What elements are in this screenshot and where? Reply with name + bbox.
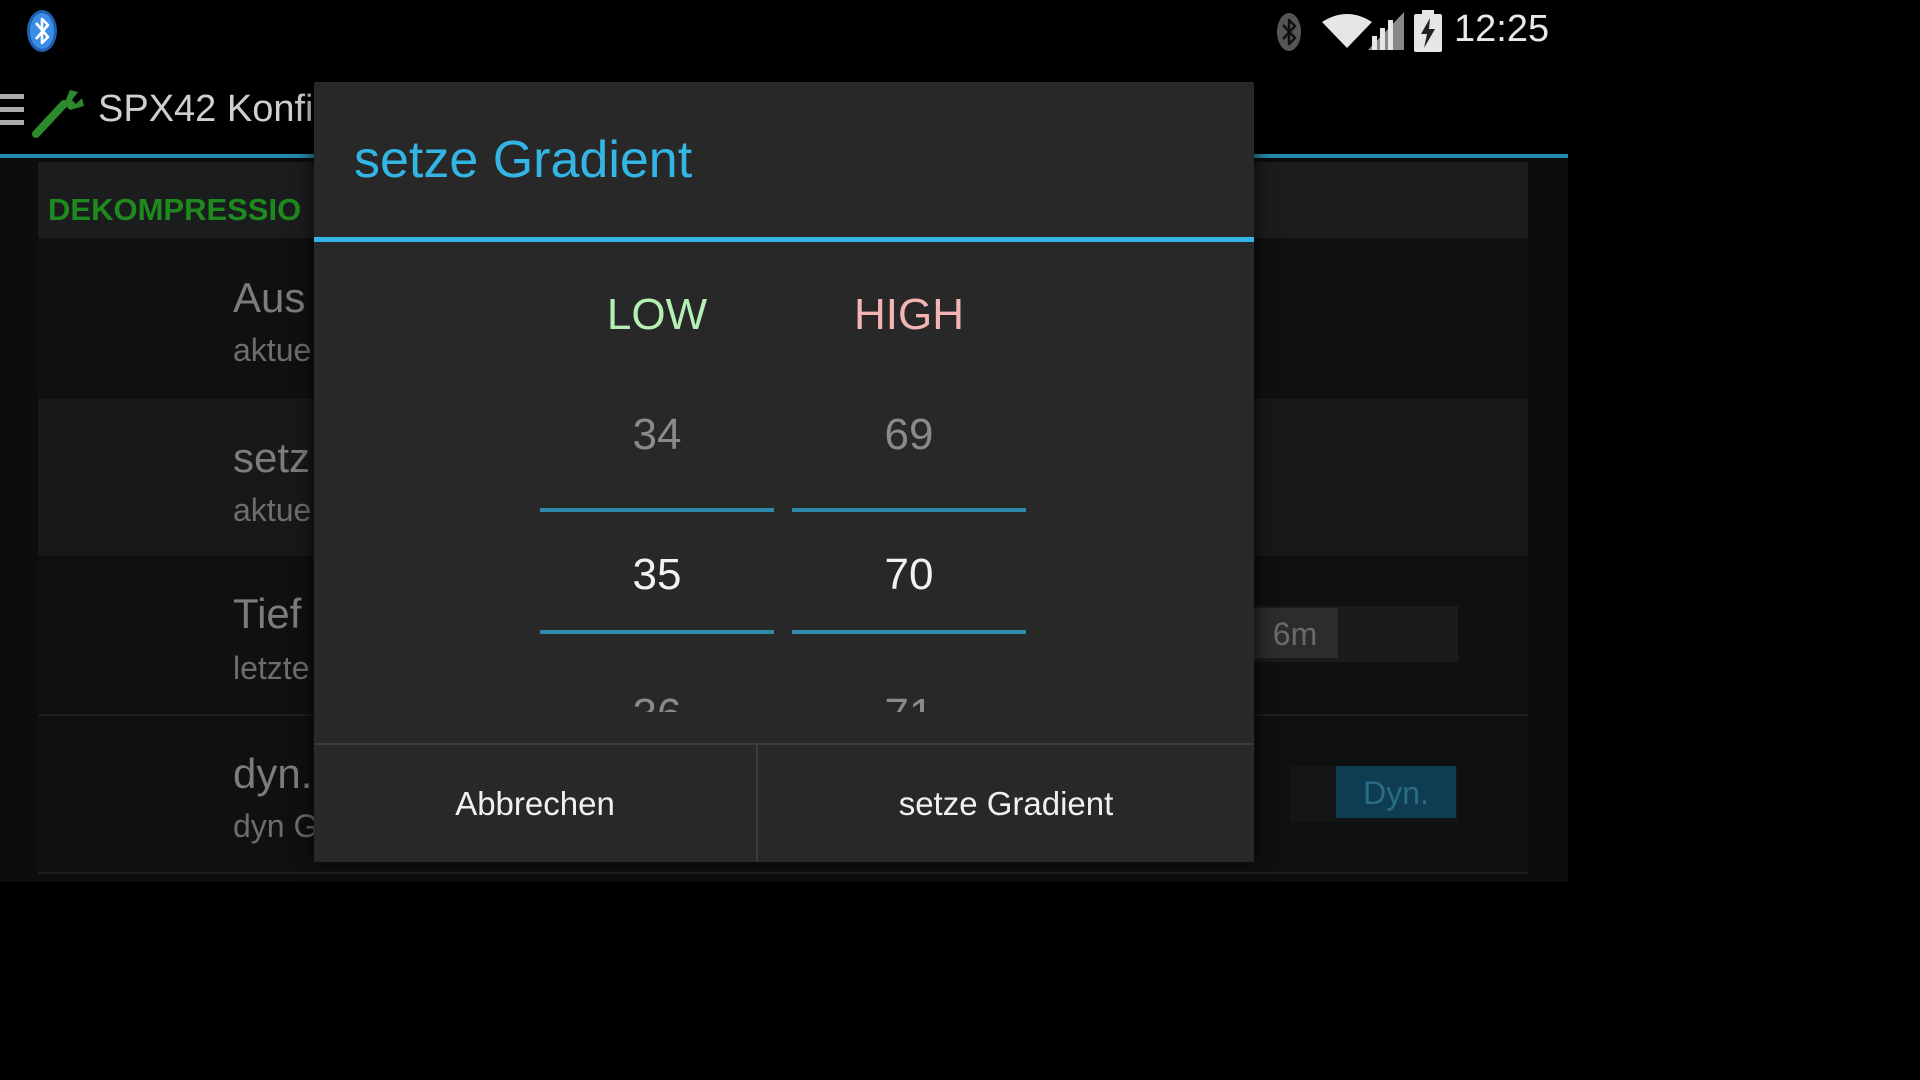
picker-selection-line bbox=[540, 630, 774, 634]
row-subtitle: dyn G bbox=[233, 808, 319, 844]
wifi-icon bbox=[1322, 14, 1372, 48]
picker-selection-line bbox=[792, 630, 1026, 634]
clock: 12:25 bbox=[1454, 8, 1550, 50]
low-label: LOW bbox=[606, 290, 708, 339]
picker-selection-line bbox=[792, 508, 1026, 512]
row-title: dyn. bbox=[233, 750, 313, 797]
cancel-button[interactable]: Abbrechen bbox=[314, 745, 756, 862]
row-subtitle: aktue bbox=[233, 492, 312, 528]
high-number-picker[interactable]: 69 70 71 bbox=[792, 380, 1026, 712]
picker-prev-value[interactable]: 34 bbox=[540, 410, 774, 460]
picker-prev-value[interactable]: 69 bbox=[792, 410, 1026, 460]
signal-icon bbox=[1368, 12, 1404, 50]
row-title: Aus bbox=[233, 274, 306, 321]
section-label: DEKOMPRESSIO bbox=[48, 192, 302, 227]
dialog-title: setze Gradient bbox=[354, 131, 693, 189]
dyn-toggle[interactable]: Dyn. bbox=[1336, 766, 1456, 818]
set-gradient-button[interactable]: setze Gradient bbox=[758, 745, 1254, 862]
picker-current-value[interactable]: 70 bbox=[792, 550, 1026, 600]
picker-next-value[interactable]: 71 bbox=[792, 690, 1026, 712]
low-number-picker[interactable]: 34 35 36 bbox=[540, 380, 774, 712]
depth-value[interactable]: 6m bbox=[1252, 608, 1338, 658]
app-title: SPX42 Konfi bbox=[98, 88, 314, 130]
row-title: Tief bbox=[233, 590, 302, 637]
picker-next-value[interactable]: 36 bbox=[540, 690, 774, 712]
picker-current-value[interactable]: 35 bbox=[540, 550, 774, 600]
row-divider bbox=[38, 872, 1528, 874]
row-title: setz bbox=[233, 434, 311, 481]
battery-charging-icon bbox=[1414, 10, 1442, 52]
dialog-title-divider bbox=[314, 237, 1254, 242]
wrench-icon bbox=[32, 90, 84, 138]
drawer-menu-icon[interactable] bbox=[0, 94, 26, 130]
bluetooth-icon bbox=[27, 10, 57, 52]
picker-selection-line bbox=[540, 508, 774, 512]
row-subtitle: letzte bbox=[233, 650, 310, 686]
row-subtitle: aktue bbox=[233, 332, 312, 368]
high-label: HIGH bbox=[854, 290, 964, 339]
bluetooth-icon bbox=[1277, 13, 1301, 51]
